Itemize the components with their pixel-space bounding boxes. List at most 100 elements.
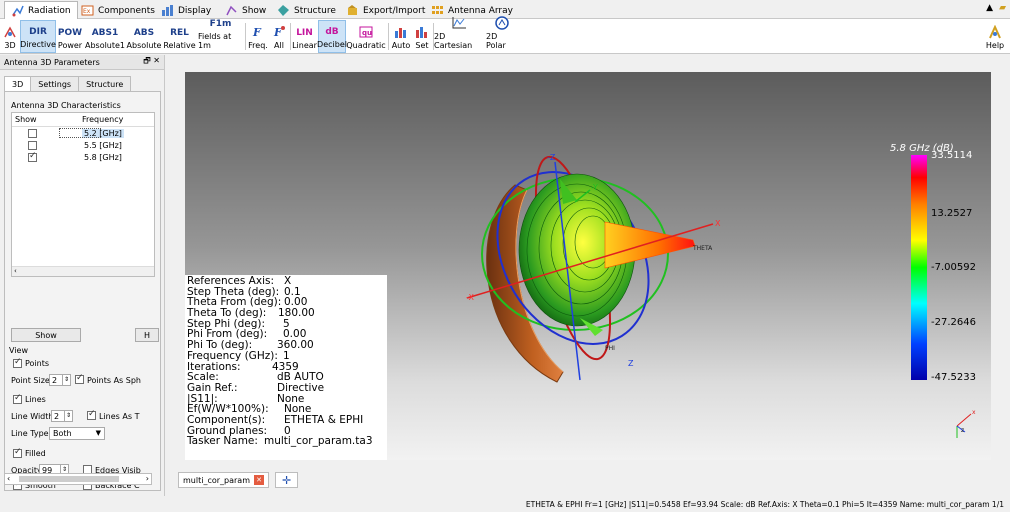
tab-display[interactable]: Display: [154, 1, 218, 19]
hide-button[interactable]: H: [135, 328, 159, 342]
color-scale-bar: [911, 155, 927, 380]
frequency-table: Show Frequency 5.2 [GHz] 5.5 [GHz] 5.8 […: [11, 112, 155, 277]
tab-label: Export/Import: [363, 5, 426, 16]
tab-3d[interactable]: 3D: [4, 76, 32, 91]
tab-label: Display: [178, 5, 212, 16]
relative-icon: REL: [170, 28, 189, 38]
tab-structure[interactable]: Structure: [270, 1, 343, 19]
tab-components[interactable]: Ex Components: [74, 1, 162, 19]
theta-label: THETA: [692, 245, 713, 252]
linear-button[interactable]: LIN Linear: [292, 20, 317, 53]
frequency-value: 5.8 [GHz]: [84, 152, 122, 162]
line-type-label: Line Type:: [11, 429, 52, 438]
panel-horizontal-scrollbar[interactable]: ‹ ›: [4, 473, 152, 485]
focus-rect: [59, 128, 101, 138]
tab-radiation[interactable]: Radiation: [4, 1, 78, 19]
absolute-button[interactable]: ABS Absolute: [127, 20, 162, 53]
power-button[interactable]: POW Power: [57, 20, 83, 53]
show-checkbox[interactable]: [28, 151, 37, 162]
points-checkbox[interactable]: [13, 357, 22, 368]
table-header: Show Frequency: [12, 113, 154, 127]
lines-label: Lines: [25, 395, 46, 404]
ribbon-separator: [245, 23, 246, 50]
line-type-select[interactable]: Both ▼: [49, 427, 105, 440]
lines-as-tubes-checkbox[interactable]: [87, 409, 96, 420]
set-button[interactable]: Set: [413, 20, 431, 53]
window-icon[interactable]: ▰: [999, 3, 1006, 13]
panel-float-close-icons[interactable]: 🗗 ✕: [143, 55, 160, 69]
show-checkbox[interactable]: [28, 140, 37, 150]
structure-icon: [277, 4, 290, 17]
line-width-label: Line Width:: [11, 412, 57, 421]
2d-polar-button[interactable]: 2D Polar: [486, 16, 518, 53]
table-row[interactable]: 5.2 [GHz]: [12, 127, 154, 139]
quadratic-button[interactable]: qu Quadratic: [346, 20, 386, 53]
tabbar-controls: ▲ ▰: [986, 3, 1006, 13]
points-as-spheres-checkbox[interactable]: [75, 373, 84, 384]
close-icon[interactable]: ✕: [254, 475, 264, 485]
filled-checkbox[interactable]: [13, 447, 22, 458]
column-show[interactable]: Show: [12, 115, 82, 124]
antenna-array-icon: [431, 4, 444, 17]
svg-text:Ex: Ex: [83, 8, 91, 15]
document-tab-label: multi_cor_param: [183, 475, 250, 485]
tab-structure-panel[interactable]: Structure: [78, 76, 132, 91]
spin-arrows-icon[interactable]: ⇕: [64, 411, 72, 421]
directive-icon: DIR: [29, 27, 47, 37]
legend-max-value: 33.5114: [931, 150, 973, 161]
show-button[interactable]: Show: [11, 328, 81, 342]
cartesian-icon: [451, 16, 467, 32]
collapse-ribbon-icon[interactable]: ▲: [986, 3, 993, 13]
relative-button[interactable]: REL Relative: [163, 20, 196, 53]
table-horizontal-scrollbar[interactable]: ‹: [12, 266, 154, 276]
power-icon: POW: [57, 28, 83, 38]
all-button[interactable]: F All: [270, 20, 288, 53]
table-row[interactable]: 5.5 [GHz]: [12, 139, 154, 151]
legend-value: 13.2527: [931, 208, 973, 219]
add-view-button[interactable]: ✛: [275, 472, 299, 488]
3d-button[interactable]: 3D: [2, 20, 18, 53]
help-button[interactable]: Help: [984, 20, 1006, 53]
simulation-info-overlay: References Axis: X Step Theta (deg): 0.1 T…: [185, 275, 387, 460]
tab-label: Structure: [294, 5, 336, 16]
z-axis-label: Z: [628, 359, 634, 368]
2d-cartesian-button[interactable]: 2D Cartesian: [434, 17, 484, 53]
document-tab[interactable]: multi_cor_param ✕: [178, 472, 269, 488]
help-icon: [988, 24, 1002, 41]
points-label: Points: [25, 359, 50, 368]
scroll-right-icon[interactable]: ›: [146, 474, 149, 483]
absolute1-button[interactable]: ABS1 Absolute1: [85, 20, 125, 53]
triad-z-label: z: [961, 427, 964, 434]
column-frequency[interactable]: Frequency: [82, 115, 123, 124]
table-row[interactable]: 5.8 [GHz]: [12, 151, 154, 163]
tab-export-import[interactable]: Export/Import: [339, 1, 432, 19]
directive-button[interactable]: DIR Directive: [20, 20, 56, 53]
legend-value: -27.2646: [931, 317, 976, 328]
scroll-thumb[interactable]: [19, 476, 119, 482]
tab-label: Radiation: [28, 5, 71, 16]
filled-label: Filled: [25, 449, 46, 458]
point-size-label: Point Size:: [11, 376, 53, 385]
spin-arrows-icon[interactable]: ⇕: [62, 375, 70, 385]
auto-button[interactable]: Auto: [390, 20, 412, 53]
decibel-button[interactable]: dB Decibel: [317, 20, 347, 53]
neg-x-axis-label: -X: [466, 293, 474, 302]
tab-label: Show: [242, 5, 267, 16]
components-icon: Ex: [81, 4, 94, 17]
info-row: Tasker Name: multi_cor_param.ta3: [187, 435, 373, 448]
scroll-left-icon[interactable]: ‹: [7, 474, 10, 483]
freq-button[interactable]: F Freq.: [247, 20, 269, 53]
show-checkbox[interactable]: [28, 128, 37, 138]
lines-checkbox[interactable]: [13, 393, 22, 404]
tab-settings[interactable]: Settings: [30, 76, 80, 91]
absolute1-icon: ABS1: [91, 28, 119, 38]
fields-at-1m-button[interactable]: F1m Fields at 1m: [198, 19, 243, 53]
line-width-spinbox[interactable]: 2 ⇕: [51, 410, 73, 422]
export-import-icon: [346, 4, 359, 17]
scroll-left-icon[interactable]: ‹: [12, 267, 17, 275]
point-size-spinbox[interactable]: 2 ⇕: [49, 374, 71, 386]
radiation-icon: [11, 4, 24, 17]
view-label: View: [9, 346, 28, 355]
chevron-down-icon: ▼: [95, 429, 101, 437]
phi-label: PHI: [605, 345, 615, 352]
